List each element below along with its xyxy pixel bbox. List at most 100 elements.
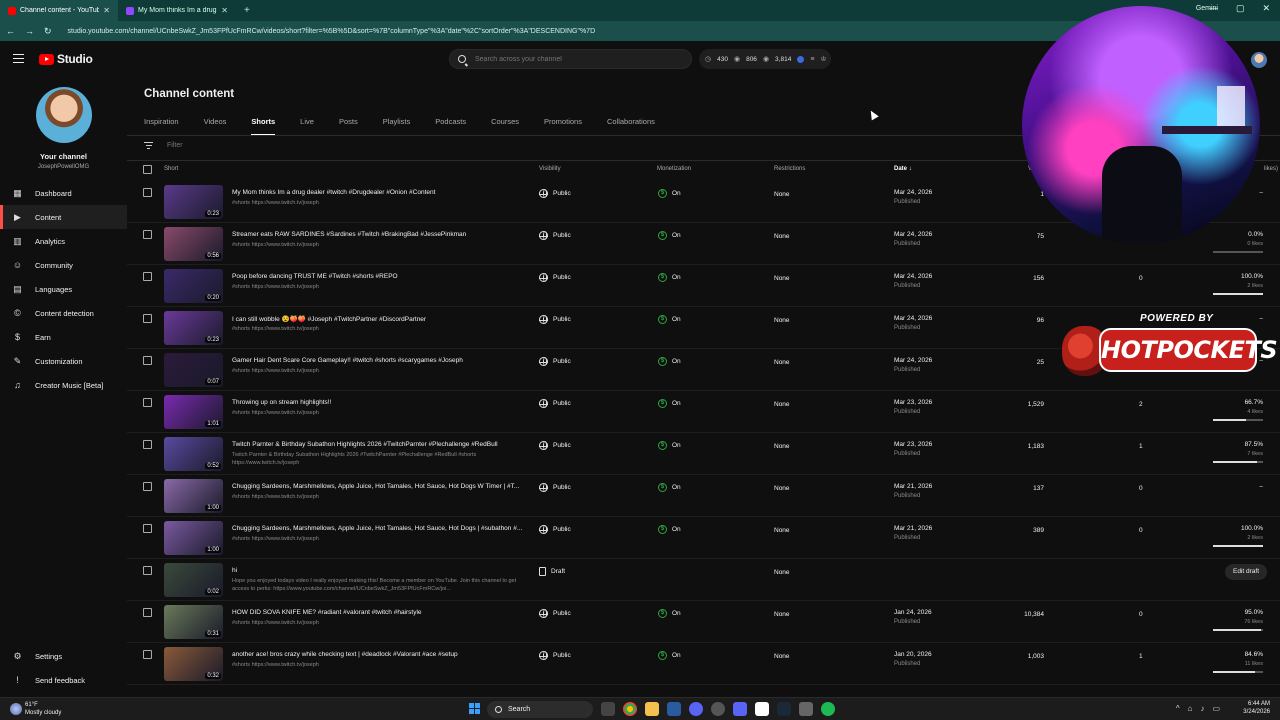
visibility-cell[interactable]: Public bbox=[539, 441, 571, 450]
clock[interactable]: 6:44 AM 3/24/2026 bbox=[1243, 700, 1270, 716]
filter-bar[interactable]: Filter bbox=[144, 142, 183, 149]
account-avatar[interactable] bbox=[1251, 52, 1267, 68]
maximize-icon[interactable]: ▢ bbox=[1236, 3, 1245, 14]
tab-podcasts[interactable]: Podcasts bbox=[435, 117, 466, 136]
table-row[interactable]: 1:00 Chugging Sardeens, Marshmellows, App… bbox=[127, 517, 1280, 559]
monetization-cell[interactable]: $ On bbox=[658, 609, 681, 618]
video-title[interactable]: Poop before dancing TRUST ME #Twitch #sh… bbox=[232, 273, 522, 280]
chrome-icon[interactable] bbox=[623, 702, 637, 716]
sidebar-item-customization[interactable]: ✎ Customization bbox=[0, 349, 127, 373]
monetization-cell[interactable]: $ On bbox=[658, 231, 681, 240]
studio-logo[interactable]: Studio bbox=[39, 52, 93, 66]
monetization-cell[interactable]: $ On bbox=[658, 483, 681, 492]
sidebar-item-settings[interactable]: ⚙ Settings bbox=[0, 644, 127, 668]
column-monetization[interactable]: Monetization bbox=[657, 166, 691, 172]
row-checkbox[interactable] bbox=[143, 440, 152, 449]
video-thumbnail[interactable]: 0:23 bbox=[164, 311, 223, 345]
row-checkbox[interactable] bbox=[143, 314, 152, 323]
video-title[interactable]: Throwing up on stream highlights!! bbox=[232, 399, 522, 406]
monetization-cell[interactable]: $ On bbox=[658, 441, 681, 450]
url-field[interactable]: studio.youtube.com/channel/UCnbeSwkZ_Jm5… bbox=[68, 28, 596, 35]
row-checkbox[interactable] bbox=[143, 650, 152, 659]
video-thumbnail[interactable]: 1:00 bbox=[164, 479, 223, 513]
channel-avatar[interactable] bbox=[36, 87, 92, 143]
discord-icon[interactable] bbox=[689, 702, 703, 716]
sidebar-item-content[interactable]: ▶ Content bbox=[0, 205, 127, 229]
visibility-cell[interactable]: Public bbox=[539, 357, 571, 366]
video-title[interactable]: another ace! bros crazy while checking t… bbox=[232, 651, 522, 658]
monetization-cell[interactable]: $ On bbox=[658, 651, 681, 660]
video-thumbnail[interactable]: 0:31 bbox=[164, 605, 223, 639]
reload-icon[interactable]: ↻ bbox=[44, 26, 52, 37]
obs-icon[interactable] bbox=[711, 702, 725, 716]
column-restrictions[interactable]: Restrictions bbox=[774, 166, 805, 172]
tab-courses[interactable]: Courses bbox=[491, 117, 519, 136]
taskbar-search[interactable]: Search bbox=[487, 701, 593, 718]
tab-videos[interactable]: Videos bbox=[204, 117, 227, 136]
row-checkbox[interactable] bbox=[143, 482, 152, 491]
sidebar-item-creator-music[interactable]: ♫ Creator Music [Beta] bbox=[0, 373, 127, 397]
task-view-icon[interactable] bbox=[601, 702, 615, 716]
forward-icon[interactable]: → bbox=[25, 26, 34, 36]
video-title[interactable]: Twitch Parnter & Birthday Subathon Highl… bbox=[232, 441, 522, 448]
network-icon[interactable]: ⌂ bbox=[1188, 704, 1193, 713]
table-row[interactable]: 0:31 HOW DID SOVA KNIFE ME? #radiant #val… bbox=[127, 601, 1280, 643]
list-icon[interactable]: ≡ bbox=[810, 56, 814, 63]
menu-icon[interactable] bbox=[13, 54, 24, 63]
tab-shorts[interactable]: Shorts bbox=[251, 117, 276, 136]
video-thumbnail[interactable]: 0:20 bbox=[164, 269, 223, 303]
sidebar-item-content-detection[interactable]: © Content detection bbox=[0, 301, 127, 325]
visibility-cell[interactable]: Public bbox=[539, 315, 571, 324]
table-row[interactable]: 0:02 hi Hope you enjoyed todays video I re… bbox=[127, 559, 1280, 601]
search-input[interactable] bbox=[475, 55, 675, 63]
video-thumbnail[interactable]: 0:32 bbox=[164, 647, 223, 681]
tab-posts[interactable]: Posts bbox=[339, 117, 358, 136]
visibility-cell[interactable]: Public bbox=[539, 399, 571, 408]
row-checkbox[interactable] bbox=[143, 356, 152, 365]
battery-icon[interactable]: ▭ bbox=[1212, 704, 1220, 713]
filter-icon[interactable] bbox=[144, 142, 153, 149]
steam-icon[interactable] bbox=[777, 702, 791, 716]
column-likes[interactable]: likes) bbox=[1264, 166, 1278, 172]
visibility-cell[interactable]: Public bbox=[539, 483, 571, 492]
tab-promotions[interactable]: Promotions bbox=[544, 117, 582, 136]
video-thumbnail[interactable]: 0:23 bbox=[164, 185, 223, 219]
row-checkbox[interactable] bbox=[143, 524, 152, 533]
video-title[interactable]: HOW DID SOVA KNIFE ME? #radiant #valoran… bbox=[232, 609, 522, 616]
visibility-cell[interactable]: Public bbox=[539, 525, 571, 534]
tab-live[interactable]: Live bbox=[300, 117, 314, 136]
sidebar-item-dashboard[interactable]: ▦ Dashboard bbox=[0, 181, 127, 205]
video-thumbnail[interactable]: 0:56 bbox=[164, 227, 223, 261]
row-checkbox[interactable] bbox=[143, 608, 152, 617]
app-icon[interactable] bbox=[799, 702, 813, 716]
filter-input[interactable]: Filter bbox=[167, 142, 183, 149]
app-icon[interactable] bbox=[755, 702, 769, 716]
table-row[interactable]: 0:32 another ace! bros crazy while checki… bbox=[127, 643, 1280, 685]
sidebar-item-feedback[interactable]: ! Send feedback bbox=[0, 668, 127, 692]
video-thumbnail[interactable]: 1:00 bbox=[164, 521, 223, 555]
extension-icon[interactable] bbox=[797, 55, 805, 63]
row-checkbox[interactable] bbox=[143, 272, 152, 281]
visibility-cell[interactable]: Public bbox=[539, 231, 571, 240]
browser-tab-twitch[interactable]: My Mom thinks Im a drug dealer ✕ bbox=[118, 0, 236, 21]
sidebar-item-earn[interactable]: $ Earn bbox=[0, 325, 127, 349]
video-title[interactable]: Chugging Sardeens, Marshmellows, Apple J… bbox=[232, 525, 522, 532]
monetization-cell[interactable]: $ On bbox=[658, 189, 681, 198]
file-explorer-icon[interactable] bbox=[645, 702, 659, 716]
sidebar-item-languages[interactable]: ▤ Languages bbox=[0, 277, 127, 301]
video-title[interactable]: Streamer eats RAW SARDINES #Sardines #Tw… bbox=[232, 231, 522, 238]
close-window-icon[interactable]: ✕ bbox=[1262, 3, 1270, 14]
sidebar-item-community[interactable]: ☺ Community bbox=[0, 253, 127, 277]
volume-icon[interactable]: ♪ bbox=[1200, 704, 1204, 713]
table-row[interactable]: 0:52 Twitch Parnter & Birthday Subathon H… bbox=[127, 433, 1280, 475]
back-icon[interactable]: ← bbox=[6, 26, 15, 36]
video-title[interactable]: My Mom thinks Im a drug dealer #twitch #… bbox=[232, 189, 522, 196]
monetization-cell[interactable]: $ On bbox=[658, 315, 681, 324]
channel-search[interactable] bbox=[449, 49, 692, 69]
sidebar-item-analytics[interactable]: ▥ Analytics bbox=[0, 229, 127, 253]
app-icon[interactable] bbox=[667, 702, 681, 716]
monetization-cell[interactable]: $ On bbox=[658, 273, 681, 282]
edit-draft-button[interactable]: Edit draft bbox=[1224, 564, 1267, 580]
video-title[interactable]: Gamer Hair Dent Scare Core Gameplay!! #t… bbox=[232, 357, 522, 364]
table-row[interactable]: 1:01 Throwing up on stream highlights!! #s… bbox=[127, 391, 1280, 433]
